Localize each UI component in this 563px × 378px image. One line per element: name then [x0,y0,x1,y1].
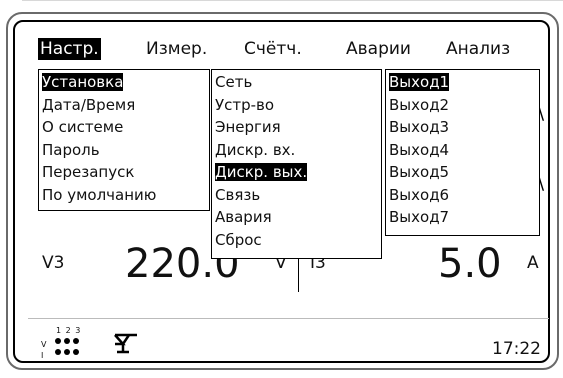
antenna-signal-icon [114,333,137,354]
menu-alarms[interactable]: Аварии [346,38,411,60]
menu-counters[interactable]: Счётч. [244,38,302,60]
setup-item-digital-outputs[interactable]: Дискр. вых. [215,163,308,182]
settings-item-restart[interactable]: Перезапуск [42,163,134,182]
settings-item-defaults[interactable]: По умолчанию [42,186,156,205]
outputs-item-2[interactable]: Выход2 [389,96,449,115]
outputs-submenu: Выход1 Выход2 Выход3 Выход4 Выход5 Выход… [385,69,540,236]
phase-indicator-v3 [73,338,79,344]
menu-analysis[interactable]: Анализ [446,38,510,60]
setup-item-energy[interactable]: Энергия [215,118,281,137]
clock-time: 17:22 [492,339,541,359]
outputs-item-3[interactable]: Выход3 [389,118,449,137]
setup-item-reset[interactable]: Сброс [215,231,262,250]
phase-digits: 1 2 3 [56,326,82,335]
setup-item-device[interactable]: Устр-во [215,96,274,115]
phase-indicator-i1 [55,349,61,355]
phase-indicator-v2 [64,338,70,344]
menu-measure[interactable]: Измер. [146,38,207,60]
setup-item-comms[interactable]: Связь [215,186,260,205]
bezel-top-edge [22,0,563,1]
setup-item-network[interactable]: Сеть [215,73,252,92]
outputs-item-6[interactable]: Выход6 [389,186,449,205]
settings-item-setup[interactable]: Установка [42,73,124,92]
settings-menu: Установка Дата/Время О системе Пароль Пе… [38,69,210,211]
settings-item-about[interactable]: О системе [42,118,123,137]
outputs-item-4[interactable]: Выход4 [389,141,449,160]
setup-item-alarm[interactable]: Авария [215,208,272,227]
outputs-item-7[interactable]: Выход7 [389,208,449,227]
phase-indicator-i2 [64,349,70,355]
phase-indicator-v1 [55,338,61,344]
status-row-label-i: I [41,351,44,360]
settings-item-datetime[interactable]: Дата/Время [42,96,135,115]
settings-item-password[interactable]: Пароль [42,141,100,160]
current-value: 5.0 [438,241,502,287]
status-row-label-v: V [41,340,47,349]
voltage-label: V3 [42,253,65,273]
outputs-item-1[interactable]: Выход1 [389,73,450,92]
menu-bar: Настр. Измер. Счётч. Аварии Анализ [0,36,563,64]
setup-item-digital-inputs[interactable]: Дискр. вх. [215,141,295,160]
current-unit: A [527,253,539,273]
outputs-item-5[interactable]: Выход5 [389,163,449,182]
menu-settings[interactable]: Настр. [38,38,101,60]
phase-indicator-i3 [73,349,79,355]
status-divider [28,318,549,319]
setup-submenu: Сеть Устр-во Энергия Дискр. вх. Дискр. в… [211,69,382,259]
